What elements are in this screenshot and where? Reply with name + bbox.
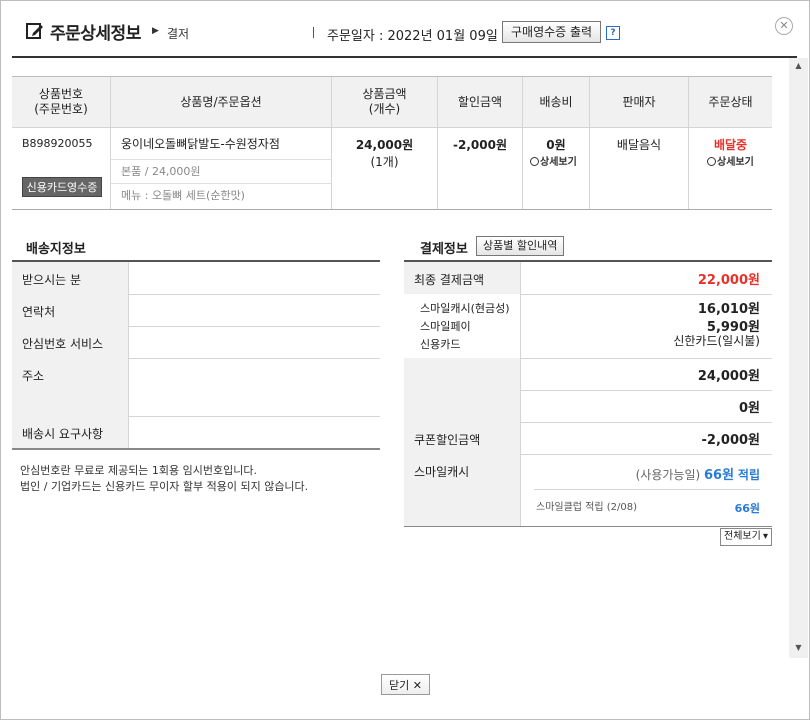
discount-detail-button[interactable]: 상품별 할인내역 [476, 236, 565, 256]
edit-icon [26, 22, 44, 43]
shipping-fee: 0원 [546, 138, 566, 152]
scroll-up-icon[interactable]: ▲ [789, 58, 808, 74]
col-price: 상품금액 (개수) [362, 87, 407, 116]
crumb-arrow-icon: ▶ [152, 26, 159, 36]
smileclub-value: 66원 [734, 502, 760, 515]
product-number: B898920055 [22, 137, 93, 150]
delivery-row: 주소 [12, 358, 380, 417]
breadcrumb: 결저 [167, 27, 190, 41]
delivery-row: 안심번호 서비스 [12, 326, 380, 359]
smilecash-row: 스마일캐시 (사용가능일) 66원 적립 스마일클럽 적립 (2/08) 66원 [404, 454, 772, 527]
col-discount: 할인금액 [457, 94, 503, 109]
col-product-name: 상품명/주문옵션 [180, 94, 262, 109]
coupon-row: 쿠폰할인금액 -2,000원 [404, 422, 772, 455]
payment-title: 결제정보 [420, 242, 468, 257]
search-icon [707, 157, 716, 166]
header-divider [12, 56, 797, 58]
scrollbar[interactable] [789, 58, 808, 658]
payment-methods-row: 스마일캐시(현금성) 스마일페이 신용카드 16,010원 5,990원 신한카… [404, 294, 772, 359]
order-table: 상품번호 (주문번호) 상품명/주문옵션 상품금액 (개수) 할인금액 배송비 … [12, 76, 772, 210]
credit-card-value: 신한카드(일시불) [673, 334, 760, 348]
delivery-row: 배송시 요구사항 [12, 416, 380, 450]
close-icon: ✕ [412, 679, 422, 692]
view-select[interactable]: 전체보기 ▾ [720, 528, 772, 546]
chevron-down-icon: ▾ [762, 531, 768, 542]
product-amount-row: 24,000원 [404, 358, 772, 391]
col-status: 주문상태 [708, 94, 753, 109]
close-icon[interactable]: ✕ [775, 17, 793, 35]
delivery-row: 받으시는 분 [12, 262, 380, 295]
smilecash-amount: 16,010원 [697, 302, 760, 317]
shipping-amount: 0원 [738, 401, 760, 416]
col-shipping: 배송비 [539, 94, 573, 109]
col-seller: 판매자 [622, 94, 656, 109]
col-product-no: 상품번호 (주문번호) [34, 87, 88, 116]
delivery-row: 연락처 [12, 294, 380, 327]
final-amount: 22,000원 [697, 273, 760, 288]
product-amount: 24,000원 [697, 369, 760, 384]
scroll-down-icon[interactable]: ▼ [789, 640, 808, 656]
delivery-table: 받으시는 분 연락처 안심번호 서비스 주소 배송시 요구사항 [12, 260, 380, 450]
product-quantity: (1개) [370, 155, 399, 169]
discount-amount: -2,000원 [453, 138, 507, 152]
status-detail-link[interactable]: 상세보기 [707, 153, 754, 168]
final-amount-row: 최종 결제금액 22,000원 [404, 262, 772, 295]
order-date: 주문일자 : 2022년 01월 09일 [327, 29, 498, 44]
product-price: 24,000원 [355, 138, 414, 152]
delivery-title: 배송지정보 [26, 242, 86, 257]
payment-table: 최종 결제금액 22,000원 스마일캐시(현금성) 스마일페이 신용카드 16… [404, 260, 772, 527]
option-menu: 메뉴 : 오돌뼈 세트(순한맛) [111, 183, 331, 207]
print-receipt-button[interactable]: 구매영수증 출력 [502, 21, 602, 43]
help-icon[interactable]: ? [606, 26, 620, 40]
order-status: 배달중 [713, 138, 748, 152]
header: 주문상세정보 ▶ 결저 주문일자 : 2022년 01월 09일 구매영수증 출… [0, 0, 797, 58]
coupon-amount: -2,000원 [701, 433, 760, 448]
page-title: 주문상세정보 [50, 24, 141, 44]
option-main: 본품 / 24,000원 [111, 159, 331, 183]
card-receipt-button[interactable]: 신용카드영수증 [22, 177, 102, 197]
close-button[interactable]: 닫기 ✕ [381, 674, 430, 695]
shipping-amount-row: 0원 [404, 390, 772, 423]
shipping-detail-link[interactable]: 상세보기 [530, 153, 577, 168]
search-icon [530, 157, 539, 166]
divider [313, 27, 314, 38]
seller-name: 배달음식 [616, 138, 662, 152]
smileclub-label: 스마일클럽 적립 (2/08) [536, 502, 638, 513]
corporate-card-note: 법인 / 기업카드는 신용카드 무이자 할부 적용이 되지 않습니다. [20, 480, 309, 493]
safe-number-note: 안심번호란 무료로 제공되는 1회용 임시번호입니다. [20, 464, 257, 477]
product-name-link[interactable]: 웅이네오돌뼈닭발도-수원정자점 [121, 135, 280, 152]
